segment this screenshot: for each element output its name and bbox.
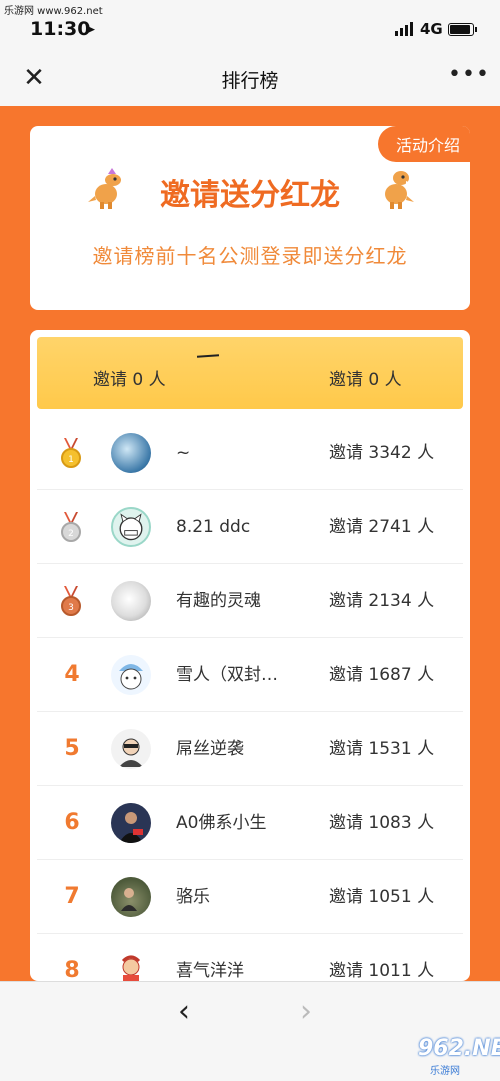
more-icon[interactable]: •••	[448, 62, 490, 87]
silver-medal-icon: 2	[61, 512, 81, 542]
status-time: 11:30	[30, 18, 91, 40]
avatar	[111, 507, 151, 547]
list-item[interactable]: 4 雪人（双封… 邀请 1687 人	[37, 638, 463, 712]
invite-count: 邀请 1083 人	[329, 813, 435, 833]
gold-medal-icon: 1	[61, 438, 81, 468]
user-name: 有趣的灵魂	[176, 591, 261, 611]
status-bar: 11:30 ➤ 4G	[0, 10, 500, 50]
list-item[interactable]: 1 ~ 邀请 3342 人	[37, 416, 463, 490]
decorative-dash	[196, 354, 220, 358]
avatar	[111, 951, 151, 981]
user-name: 屌丝逆袭	[176, 739, 244, 759]
navbar: ✕ 排行榜 •••	[0, 50, 500, 106]
user-name: ~	[176, 443, 191, 463]
rank-number: 6	[64, 810, 80, 835]
activity-intro-button[interactable]: 活动介绍	[377, 126, 470, 162]
bronze-medal-icon: 3	[61, 586, 81, 616]
invite-count: 邀请 1687 人	[329, 665, 435, 685]
location-arrow-icon: ➤	[84, 22, 96, 38]
rank-number: 5	[64, 736, 80, 761]
chevron-left-icon[interactable]: ‹	[178, 994, 190, 1029]
avatar	[111, 655, 151, 695]
watermark-bottom-sub: 乐游网	[430, 1066, 460, 1077]
user-name: A0佛系小生	[176, 813, 267, 833]
invite-count: 邀请 1051 人	[329, 887, 435, 907]
invite-count: 邀请 3342 人	[329, 443, 435, 463]
user-name: 8.21 ddc	[176, 517, 251, 537]
rank-number: 8	[64, 958, 80, 981]
avatar	[111, 433, 151, 473]
avatar	[111, 581, 151, 621]
list-item[interactable]: 8 喜气洋洋 邀请 1011 人	[37, 934, 463, 981]
battery-icon	[448, 23, 477, 36]
list-item[interactable]: 7 骆乐 邀请 1051 人	[37, 860, 463, 934]
avatar	[111, 729, 151, 769]
list-item[interactable]: 6 A0佛系小生 邀请 1083 人	[37, 786, 463, 860]
rank-number: 7	[64, 884, 80, 909]
svg-text:2: 2	[68, 529, 74, 539]
user-name: 喜气洋洋	[176, 961, 244, 981]
user-name: 骆乐	[176, 887, 210, 907]
event-banner: 活动介绍 邀请送分红龙 邀请榜前十名公测登录即送分红龙	[30, 126, 470, 310]
avatar	[111, 803, 151, 843]
browser-bottom-bar: ‹ › 962.NET 乐游网	[0, 981, 500, 1081]
svg-text:3: 3	[68, 603, 74, 613]
invite-count: 邀请 1531 人	[329, 739, 435, 759]
svg-text:1: 1	[68, 455, 74, 465]
invite-count: 邀请 2134 人	[329, 591, 435, 611]
banner-subtitle: 邀请榜前十名公测登录即送分红龙	[92, 244, 408, 268]
network-type: 4G	[420, 20, 443, 38]
avatar	[111, 877, 151, 917]
my-invite-summary: 邀请 0 人 邀请 0 人	[37, 337, 463, 409]
list-item[interactable]: 3 有趣的灵魂 邀请 2134 人	[37, 564, 463, 638]
chevron-right-icon[interactable]: ›	[300, 994, 312, 1029]
invite-count: 邀请 1011 人	[329, 961, 435, 981]
header-left-count: 邀请 0 人	[93, 370, 166, 390]
watermark-bottom: 962.NET	[418, 1036, 500, 1061]
rank-number: 4	[64, 662, 80, 687]
leaderboard: 邀请 0 人 邀请 0 人 1 ~ 邀请 3342 人 2 8.21 ddc 邀…	[30, 330, 470, 981]
header-right-count: 邀请 0 人	[329, 370, 402, 390]
dragon-icon	[385, 171, 414, 209]
signal-icon	[395, 22, 413, 36]
list-item[interactable]: 5 屌丝逆袭 邀请 1531 人	[37, 712, 463, 786]
list-item[interactable]: 2 8.21 ddc 邀请 2741 人	[37, 490, 463, 564]
page-title: 排行榜	[221, 70, 279, 92]
invite-count: 邀请 2741 人	[329, 517, 435, 537]
user-name: 雪人（双封…	[176, 665, 278, 685]
